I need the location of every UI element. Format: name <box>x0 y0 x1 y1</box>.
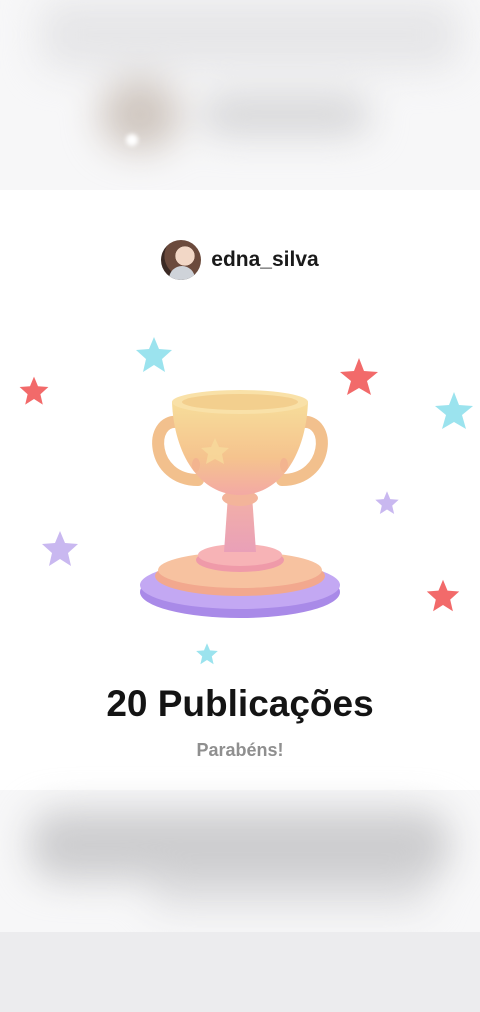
achievement-title: 20 Publicações <box>106 683 374 724</box>
achievement-subtitle: Parabéns! <box>196 740 284 760</box>
star-icon <box>196 643 218 665</box>
star-icon <box>426 579 460 612</box>
blurred-background-bottom <box>0 790 480 930</box>
star-icon <box>435 392 473 429</box>
star-icon <box>136 337 172 372</box>
star-icon <box>340 358 378 395</box>
blurred-background-top <box>0 0 480 190</box>
achievement-card: edna_silva 20 Publicações Parabéns! <box>0 190 480 790</box>
star-icon <box>42 531 78 566</box>
light-glint <box>126 134 138 146</box>
star-icon <box>375 491 399 515</box>
star-icon <box>19 376 49 405</box>
bottom-strip <box>0 932 480 1012</box>
